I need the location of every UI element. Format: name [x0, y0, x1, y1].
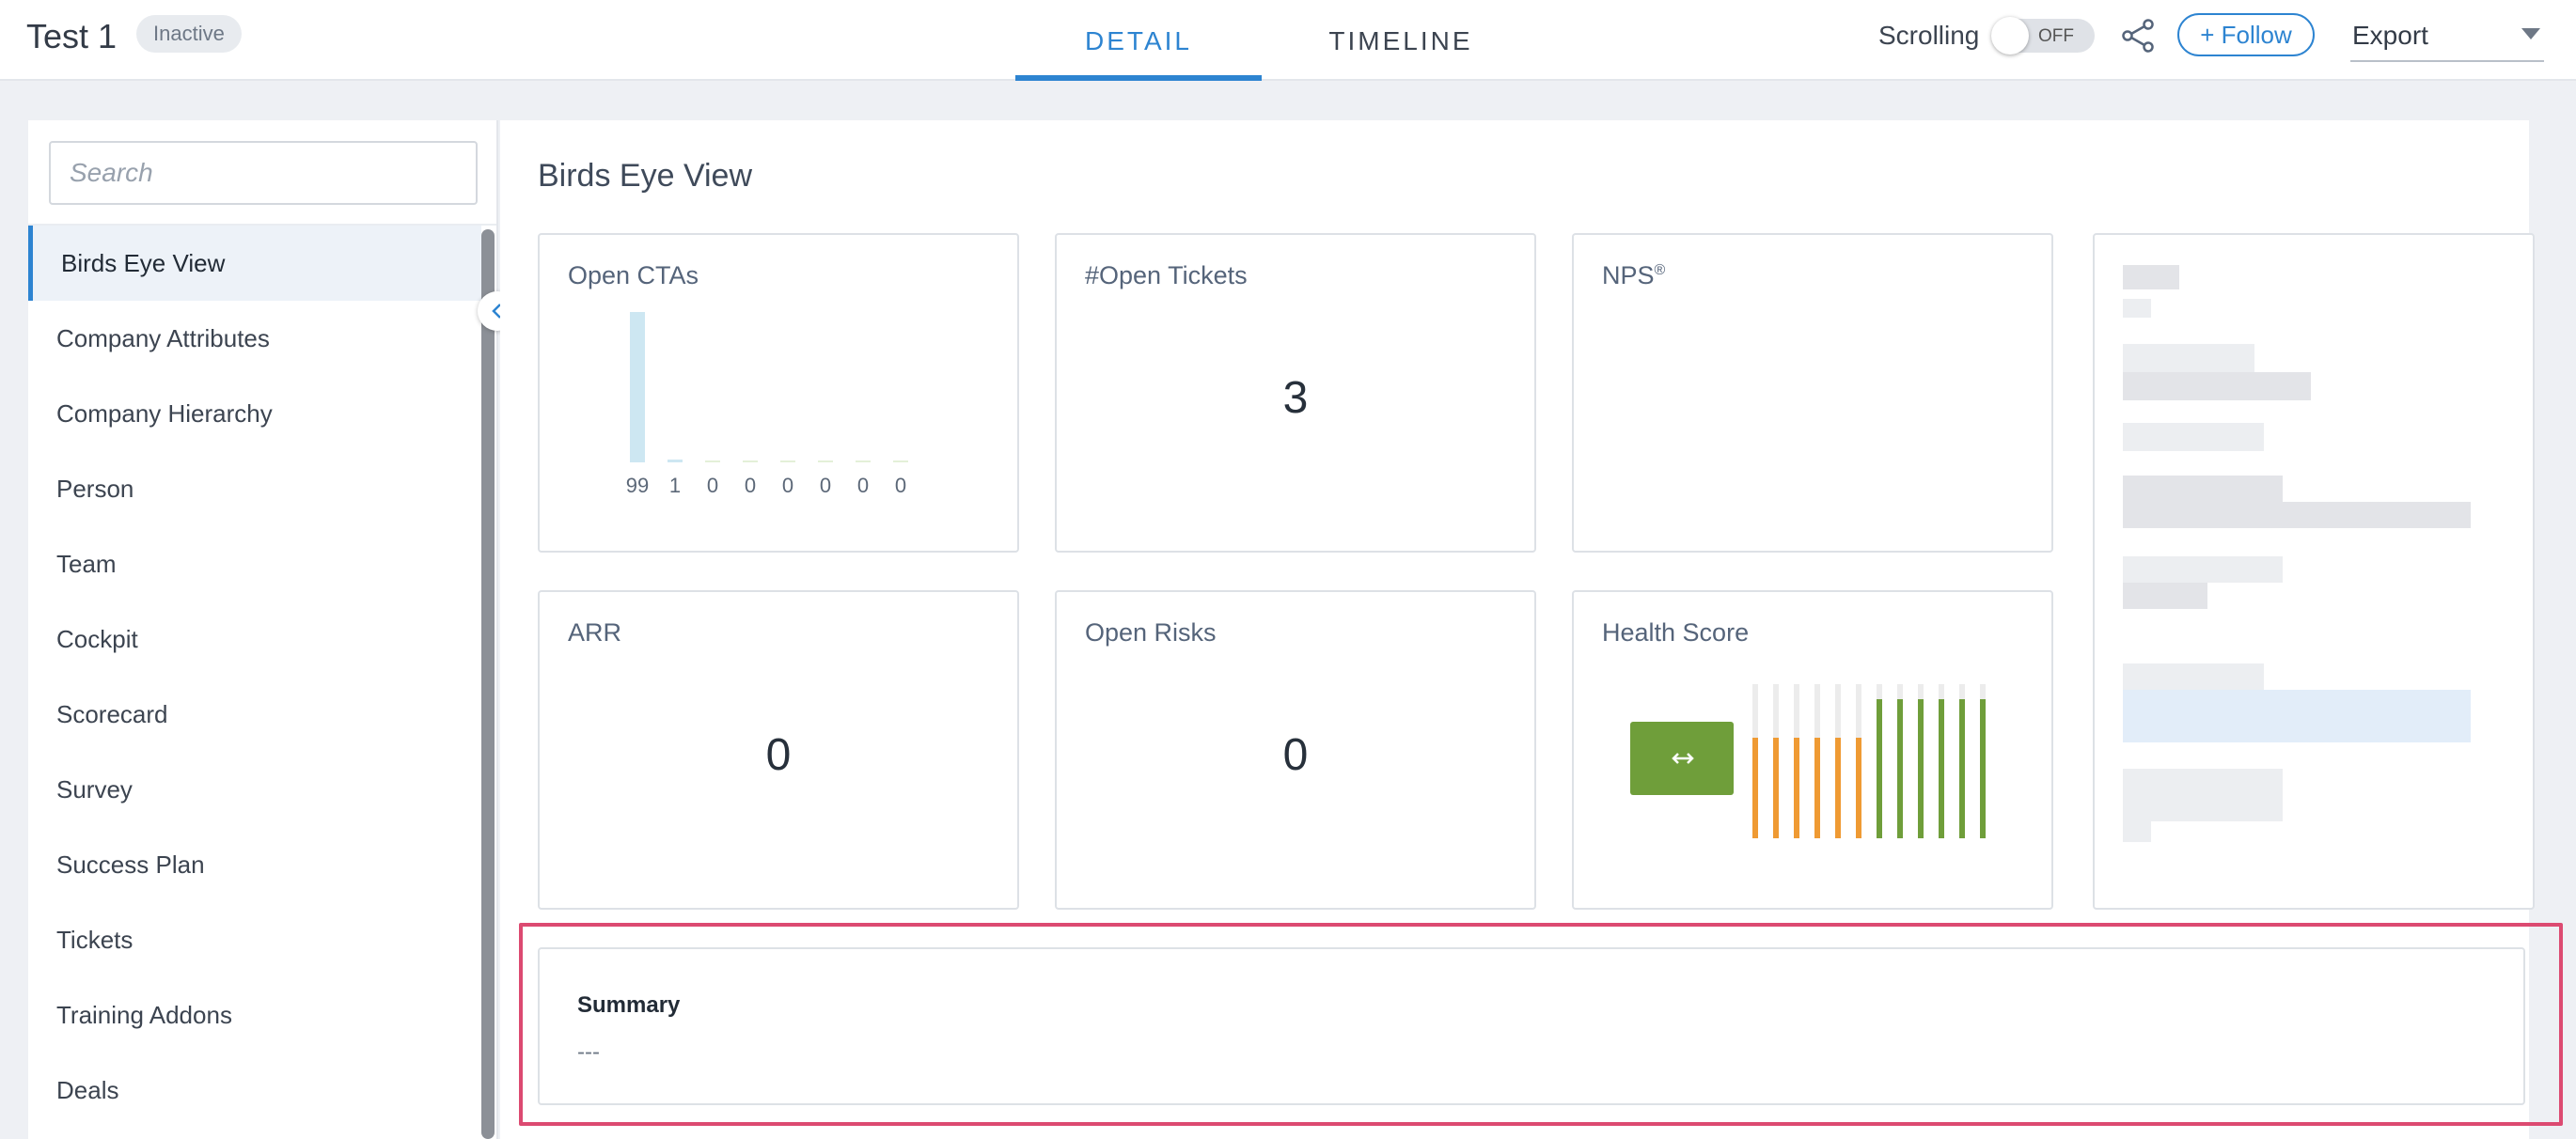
sidebar-item-cockpit[interactable]: Cockpit: [28, 601, 481, 677]
health-bar[interactable]: [1814, 738, 1820, 838]
health-bar[interactable]: [1939, 699, 1944, 838]
redacted-block: [2123, 372, 2311, 400]
nps-card[interactable]: NPS®: [1572, 233, 2053, 553]
health-bar[interactable]: [1980, 699, 1986, 838]
follow-label: Follow: [2221, 21, 2292, 49]
arr-card[interactable]: ARR 0: [538, 590, 1019, 910]
health-bar[interactable]: [1897, 699, 1903, 838]
open-risks-card[interactable]: Open Risks 0: [1055, 590, 1536, 910]
sidebar-item-success-plan[interactable]: Success Plan: [28, 827, 481, 902]
cta-bar[interactable]: [743, 460, 758, 462]
sidebar-item-team[interactable]: Team: [28, 526, 481, 601]
tab-detail[interactable]: DETAIL: [1015, 26, 1262, 81]
redacted-block: [2123, 663, 2264, 690]
redacted-block: [2123, 423, 2264, 451]
redacted-block: [2123, 299, 2151, 318]
card-title: ARR: [568, 618, 622, 647]
redacted-block: [2123, 821, 2151, 842]
health-bar[interactable]: [1835, 738, 1841, 838]
status-badge: Inactive: [136, 15, 242, 53]
cta-bar[interactable]: [893, 460, 908, 462]
health-bar[interactable]: [1877, 699, 1882, 838]
registered-mark: ®: [1654, 262, 1666, 278]
chevron-down-icon: [2521, 28, 2540, 39]
sidebar-item-person[interactable]: Person: [28, 451, 481, 526]
open-ctas-card[interactable]: Open CTAs 99 1 0 0 0 0 0 0: [538, 233, 1019, 553]
card-title: #Open Tickets: [1085, 261, 1248, 289]
blurred-info-card: [2093, 233, 2535, 910]
search-input[interactable]: [49, 141, 478, 205]
health-bar[interactable]: [1752, 738, 1758, 838]
sidebar-item-company-hierarchy[interactable]: Company Hierarchy: [28, 376, 481, 451]
cta-bar-label: 1: [668, 474, 682, 497]
health-bar[interactable]: [1856, 738, 1861, 838]
cta-bar[interactable]: [780, 460, 795, 462]
sidebar-item-company-attributes[interactable]: Company Attributes: [28, 301, 481, 376]
sidebar-item-scorecard[interactable]: Scorecard: [28, 677, 481, 752]
follow-button[interactable]: + Follow: [2177, 13, 2315, 56]
export-dropdown[interactable]: Export: [2350, 15, 2544, 62]
sidebar-item-tickets[interactable]: Tickets: [28, 902, 481, 977]
nps-title: NPS: [1602, 261, 1655, 289]
health-bar[interactable]: [1918, 699, 1924, 838]
section-title: Birds Eye View: [538, 158, 753, 194]
health-score-chart: [1752, 684, 1997, 838]
redacted-block: [2123, 476, 2283, 502]
scrolling-toggle[interactable]: OFF: [1991, 17, 2095, 55]
sidebar-scrollbar[interactable]: [481, 229, 495, 1139]
cta-bar[interactable]: [818, 460, 833, 462]
health-score-card[interactable]: Health Score: [1572, 590, 2053, 910]
cta-bar-label: 0: [706, 474, 719, 497]
redacted-block: [2123, 690, 2471, 742]
card-title: Open Risks: [1085, 618, 1217, 647]
redacted-block: [2123, 556, 2283, 583]
active-tab-indicator: [1015, 75, 1262, 81]
scrolling-label: Scrolling: [1878, 21, 1980, 50]
sidebar-item-birds-eye-view[interactable]: Birds Eye View: [28, 226, 481, 301]
cta-bar-label: 0: [744, 474, 757, 497]
open-tickets-value: 3: [1282, 373, 1309, 423]
sidebar-item-deals[interactable]: Deals: [28, 1053, 481, 1128]
toggle-knob: [1991, 17, 2029, 55]
health-bar[interactable]: [1959, 699, 1965, 838]
cta-bar-label: 99: [625, 474, 650, 497]
card-title: Health Score: [1602, 618, 1750, 647]
cta-bar-label: 0: [781, 474, 794, 497]
redacted-block: [2123, 502, 2471, 528]
cta-bar-label: 0: [819, 474, 832, 497]
redacted-block: [2123, 344, 2254, 372]
plus-icon: +: [2200, 21, 2222, 49]
card-title: NPS®: [1602, 261, 1665, 290]
share-icon[interactable]: [2119, 17, 2157, 55]
sidebar-nav: Birds Eye View Company Attributes Compan…: [28, 226, 481, 1128]
top-header: Test 1 Inactive DETAIL TIMELINE Scrollin…: [0, 0, 2576, 81]
sidebar: Birds Eye View Company Attributes Compan…: [28, 120, 498, 1139]
tab-timeline[interactable]: TIMELINE: [1307, 26, 1495, 81]
health-score-trend-badge: [1630, 722, 1734, 795]
page-title: Test 1: [26, 17, 118, 55]
open-ctas-chart: 99 1 0 0 0 0 0 0: [626, 312, 929, 498]
toggle-state: OFF: [2038, 26, 2074, 46]
sidebar-item-survey[interactable]: Survey: [28, 752, 481, 827]
sidebar-item-training-addons[interactable]: Training Addons: [28, 977, 481, 1053]
export-label: Export: [2352, 21, 2428, 50]
redacted-block: [2123, 583, 2207, 609]
arr-value: 0: [765, 730, 792, 780]
cta-bar[interactable]: [705, 460, 720, 462]
left-right-arrow-icon: [1672, 753, 1694, 764]
redacted-block: [2123, 265, 2179, 289]
card-title: Open CTAs: [568, 261, 699, 289]
redacted-block: [2123, 769, 2283, 821]
open-tickets-card[interactable]: #Open Tickets 3: [1055, 233, 1536, 553]
cta-bar[interactable]: [630, 312, 645, 462]
open-risks-value: 0: [1282, 730, 1309, 780]
cta-bar[interactable]: [856, 460, 871, 462]
cta-bar-label: 0: [856, 474, 870, 497]
cta-bar[interactable]: [668, 460, 683, 462]
health-bar[interactable]: [1794, 738, 1799, 838]
summary-highlight-outline: [519, 923, 2563, 1126]
cta-bar-label: 0: [894, 474, 907, 497]
health-bar[interactable]: [1773, 738, 1779, 838]
